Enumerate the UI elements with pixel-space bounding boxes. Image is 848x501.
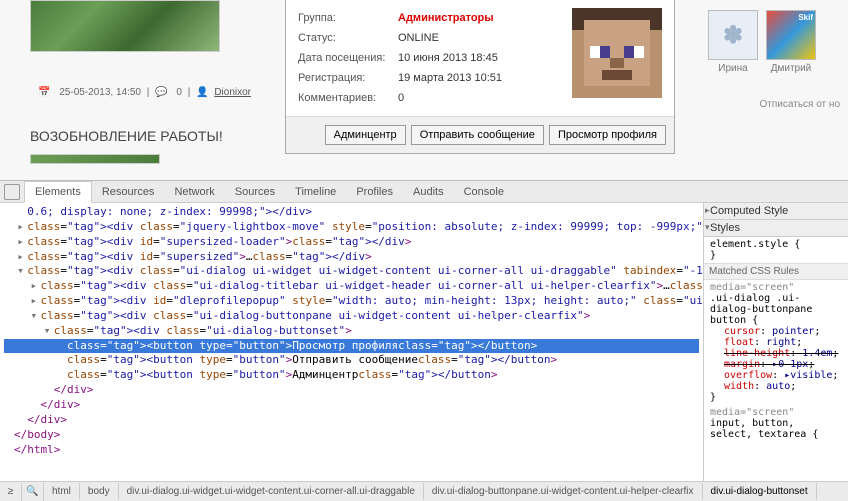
post-comments-count: 0 xyxy=(176,87,182,98)
breadcrumb-item[interactable]: html xyxy=(44,483,80,500)
profile-field-value: 19 марта 2013 10:51 xyxy=(398,72,502,84)
elements-tree[interactable]: 0.6; display: none; z-index: 99998;"></d… xyxy=(0,203,703,481)
dom-node[interactable]: ▾class="tag"><div class="ui-dialog-butto… xyxy=(4,309,699,324)
devtools-tab-console[interactable]: Console xyxy=(454,182,514,202)
dom-node[interactable]: ▸class="tag"><div class="ui-dialog-title… xyxy=(4,279,699,294)
friend-name: Дмитрий xyxy=(766,63,816,74)
friend-item[interactable]: ✽ Ирина xyxy=(708,10,758,74)
devtools-tab-audits[interactable]: Audits xyxy=(403,182,454,202)
profile-field-value: Администраторы xyxy=(398,12,494,24)
profile-field-value: 0 xyxy=(398,92,404,104)
view-profile-button[interactable]: Просмотр профиля xyxy=(549,125,666,145)
css-rule[interactable]: media="screen"input, button, select, tex… xyxy=(704,405,848,442)
dom-node[interactable]: 0.6; display: none; z-index: 99998;"></d… xyxy=(4,205,699,220)
unsubscribe-link[interactable]: Отписаться от но xyxy=(708,99,848,110)
friend-item[interactable]: Дмитрий xyxy=(766,10,816,74)
matched-rules-header: Matched CSS Rules xyxy=(704,263,848,280)
devtools-tab-elements[interactable]: Elements xyxy=(24,181,92,203)
friend-avatar[interactable] xyxy=(766,10,816,60)
profile-avatar[interactable] xyxy=(572,8,662,98)
devtools-tab-profiles[interactable]: Profiles xyxy=(346,182,403,202)
post-date: 25-05-2013, 14:50 xyxy=(59,87,141,98)
devtools-menu-icon[interactable] xyxy=(4,184,20,200)
dom-node[interactable]: </div> xyxy=(4,413,699,428)
comment-icon: 💬 xyxy=(155,87,167,98)
devtools-panel: ElementsResourcesNetworkSourcesTimelineP… xyxy=(0,180,848,501)
devtools-tab-sources[interactable]: Sources xyxy=(225,182,285,202)
element-style-block[interactable]: element.style { } xyxy=(710,239,800,261)
inspect-icon[interactable]: 🔍 xyxy=(22,483,44,501)
styles-section[interactable]: Styles xyxy=(704,220,848,237)
profile-field-label: Статус: xyxy=(298,32,398,44)
breadcrumb-item[interactable]: div.ui-dialog-buttonset xyxy=(703,483,817,500)
console-toggle-icon[interactable]: ≥ xyxy=(0,483,22,501)
devtools-tab-resources[interactable]: Resources xyxy=(92,182,165,202)
profile-dialog: Группа:АдминистраторыСтатус:ONLINEДата п… xyxy=(285,0,675,154)
user-icon: 👤 xyxy=(196,87,208,98)
breadcrumb-item[interactable]: body xyxy=(80,483,119,500)
devtools-tab-timeline[interactable]: Timeline xyxy=(285,182,346,202)
computed-style-section[interactable]: Computed Style xyxy=(704,203,848,220)
profile-field-value: ONLINE xyxy=(398,32,439,44)
friend-name: Ирина xyxy=(708,63,758,74)
dom-node[interactable]: ▸class="tag"><div class="jquery-lightbox… xyxy=(4,220,699,235)
dom-node[interactable]: </body> xyxy=(4,428,699,443)
send-message-button[interactable]: Отправить сообщение xyxy=(411,125,544,145)
post-meta: 📅 25-05-2013, 14:50 | 💬 0 | 👤 Dionixor xyxy=(35,87,270,98)
dom-node[interactable]: ▸class="tag"><div id="supersized">…class… xyxy=(4,250,699,265)
profile-field-value: 10 июня 2013 18:45 xyxy=(398,52,498,64)
styles-pane[interactable]: Computed Style Styles element.style { } … xyxy=(703,203,848,481)
dom-node[interactable]: class="tag"><button type="button">Отправ… xyxy=(4,353,699,368)
profile-field-label: Регистрация: xyxy=(298,72,398,84)
css-rule[interactable]: media="screen".ui-dialog .ui-dialog-butt… xyxy=(704,280,848,405)
dom-node[interactable]: class="tag"><button type="button">Админц… xyxy=(4,368,699,383)
dom-node[interactable]: ▸class="tag"><div id="supersized-loader"… xyxy=(4,235,699,250)
dom-node[interactable]: class="tag"><button type="button">Просмо… xyxy=(4,339,699,354)
dom-node[interactable]: </html> xyxy=(4,443,699,458)
friend-avatar[interactable]: ✽ xyxy=(708,10,758,60)
profile-field-label: Группа: xyxy=(298,12,398,24)
dom-node[interactable]: ▾class="tag"><div class="ui-dialog-butto… xyxy=(4,324,699,339)
post-headline[interactable]: ВОЗОБНОВЛЕНИЕ РАБОТЫ! xyxy=(30,128,270,144)
profile-field-label: Комментариев: xyxy=(298,92,398,104)
dom-node[interactable]: ▸class="tag"><div id="dleprofilepopup" s… xyxy=(4,294,699,309)
dom-node[interactable]: </div> xyxy=(4,383,699,398)
breadcrumb-item[interactable]: div.ui-dialog.ui-widget.ui-widget-conten… xyxy=(119,483,424,500)
admin-center-button[interactable]: Админцентр xyxy=(325,125,406,145)
post-thumbnail-2[interactable] xyxy=(30,154,160,164)
calendar-icon: 📅 xyxy=(38,87,50,98)
dom-node[interactable]: ▾class="tag"><div class="ui-dialog ui-wi… xyxy=(4,264,699,279)
breadcrumb-item[interactable]: div.ui-dialog-buttonpane.ui-widget-conte… xyxy=(424,483,703,500)
profile-field-label: Дата посещения: xyxy=(298,52,398,64)
post-author-link[interactable]: Dionixor xyxy=(214,87,251,98)
devtools-tab-network[interactable]: Network xyxy=(164,182,224,202)
post-thumbnail[interactable] xyxy=(30,0,220,52)
dom-node[interactable]: </div> xyxy=(4,398,699,413)
